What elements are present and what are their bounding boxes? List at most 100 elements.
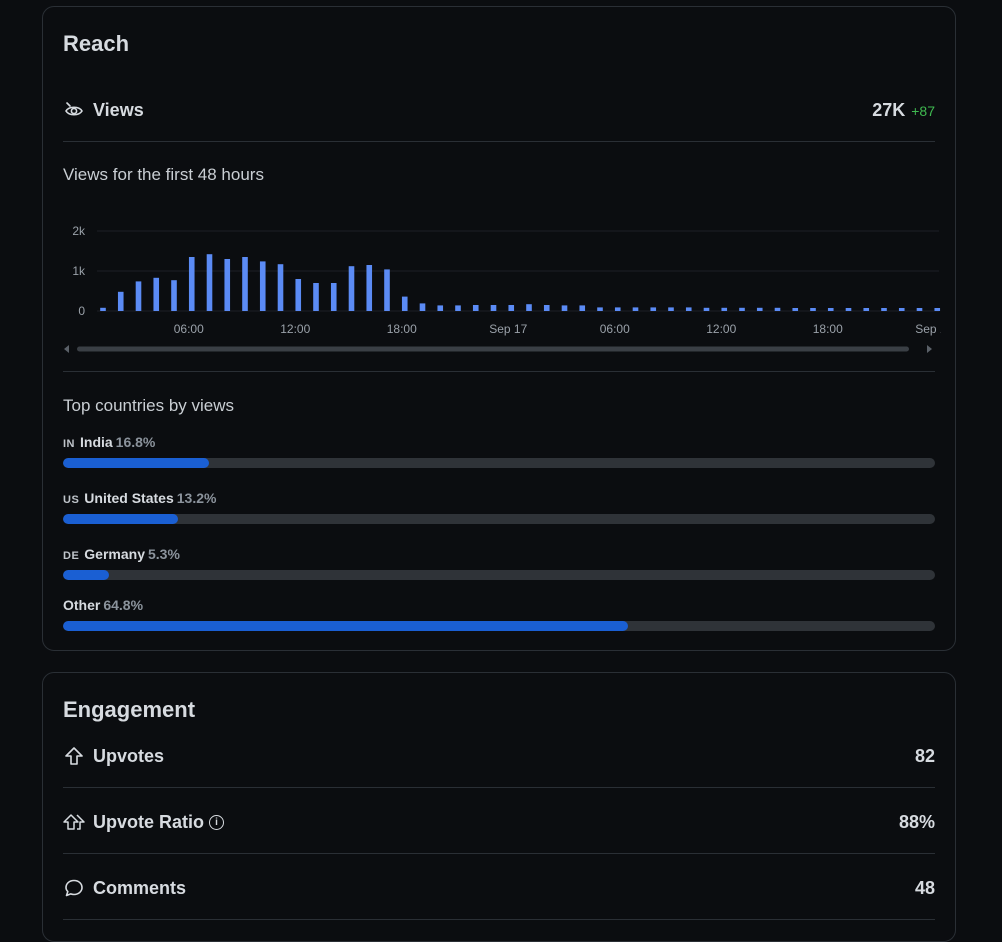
chart-bar: [792, 308, 799, 311]
country-percent: 64.8%: [103, 597, 144, 613]
chart-bar: [437, 305, 444, 311]
countries-title: Top countries by views: [63, 396, 235, 415]
chart-bar: [455, 305, 461, 311]
country-percent: 13.2%: [176, 490, 217, 506]
x-tick-label: 12:00: [706, 322, 736, 336]
y-tick-label: 2k: [72, 224, 86, 238]
progress-fill: [63, 621, 629, 631]
chart-bar: [295, 279, 302, 311]
progress-track: [63, 514, 935, 524]
upvotes-row: Upvotes 82: [63, 745, 935, 767]
chart-bar: [313, 283, 319, 311]
country-row-other: Other 64.8%: [63, 597, 935, 631]
upvotes-label: Upvotes: [93, 745, 165, 766]
chart-title: Views for the first 48 hours: [63, 165, 264, 184]
chart-bar: [100, 307, 106, 311]
chart-bar: [668, 307, 674, 311]
y-tick-label: 0: [78, 304, 85, 318]
chart-bar: [490, 305, 497, 311]
progress-fill: [63, 458, 210, 468]
chart-bar: [171, 280, 177, 311]
upvotes-value: 82: [914, 745, 935, 766]
chart-bar: [206, 254, 213, 311]
chart-bar: [739, 307, 745, 311]
eye-icon: [63, 99, 85, 121]
country-row-india: IN India 16.8%: [63, 434, 935, 468]
arrow-up-icon: [63, 745, 85, 767]
chart-bar: [898, 308, 905, 311]
chart-bar: [614, 307, 621, 311]
comment-icon: [63, 877, 85, 899]
chart-bar: [863, 308, 870, 311]
chart-bar: [845, 308, 852, 311]
progress-fill: [63, 570, 110, 580]
upvote-ratio-label: Upvote Ratio: [93, 811, 205, 832]
country-percent: 5.3%: [147, 546, 180, 562]
country-code: US: [63, 494, 80, 506]
x-tick-label: 06:00: [174, 322, 204, 336]
progress-track: [63, 458, 935, 468]
progress-track: [63, 621, 935, 631]
views-delta: +87: [911, 102, 935, 119]
views-count: 27K: [872, 99, 906, 120]
chart-bar: [756, 307, 763, 311]
country-name: India: [80, 434, 113, 450]
chart-bar: [561, 305, 568, 311]
views-bar-chart[interactable]: 2k 1k 0 06:00 12:00 18:00 Sep 17 06:00 12:00 18:0…: [61, 217, 941, 359]
x-tick-label: 18:00: [387, 322, 417, 336]
divider: [63, 141, 935, 142]
country-name: Other: [63, 597, 101, 613]
chart-bar: [384, 269, 390, 311]
double-arrow-up-icon: [63, 811, 85, 833]
comments-row: Comments 48: [63, 877, 935, 899]
chart-bar: [632, 307, 639, 311]
chart-bar: [224, 259, 231, 311]
country-row-united-states: US United States 13.2%: [63, 490, 935, 524]
scroll-left-arrow[interactable]: [64, 345, 69, 353]
country-code: DE: [63, 550, 80, 562]
chart-bar: [348, 266, 355, 311]
chart-bar: [916, 308, 923, 311]
chart-bar: [153, 277, 160, 311]
views-value: 27K +87: [872, 100, 935, 121]
chart-bar: [419, 303, 426, 311]
chart-bar: [827, 308, 834, 311]
x-tick-label: 06:00: [600, 322, 630, 336]
divider: [63, 919, 935, 920]
divider: [63, 371, 935, 372]
country-name: United States: [84, 490, 174, 506]
chart-bar: [703, 307, 710, 311]
chart-bar: [543, 305, 550, 311]
country-name: Germany: [84, 546, 145, 562]
engagement-card: Engagement Upvotes 82 Upvote Ratio i 88%…: [42, 672, 956, 942]
country-percent: 16.8%: [115, 434, 156, 450]
reach-card: Reach Views 27K +87 Views for the first 4…: [42, 6, 956, 651]
x-tick-label: Sep 17: [489, 322, 527, 336]
chart-bar: [526, 304, 532, 311]
country-code: IN: [63, 438, 75, 450]
chart-bar: [721, 307, 728, 311]
country-row-germany: DE Germany 5.3%: [63, 546, 935, 580]
info-icon[interactable]: i: [209, 814, 225, 830]
chart-bar: [597, 307, 603, 311]
chart-bar: [810, 308, 816, 311]
scrollbar-thumb[interactable]: [77, 346, 909, 352]
divider: [63, 853, 935, 854]
chart-bar: [472, 305, 479, 311]
chart-bar: [650, 307, 657, 311]
upvote-ratio-row: Upvote Ratio i 88%: [63, 811, 935, 833]
comments-label: Comments: [93, 877, 187, 898]
scroll-right-arrow[interactable]: [927, 345, 932, 353]
views-row: Views 27K +87: [63, 99, 935, 121]
x-tick-label: 12:00: [280, 322, 310, 336]
chart-bar: [774, 307, 781, 311]
views-label: Views: [93, 99, 144, 120]
chart-bar: [934, 308, 941, 311]
chart-bar: [685, 307, 692, 311]
chart-bar: [366, 265, 373, 311]
progress-track: [63, 570, 935, 580]
chart-bar: [259, 261, 266, 311]
chart-bar: [277, 264, 284, 311]
chart-bar: [188, 257, 195, 311]
reach-title: Reach: [63, 31, 130, 56]
